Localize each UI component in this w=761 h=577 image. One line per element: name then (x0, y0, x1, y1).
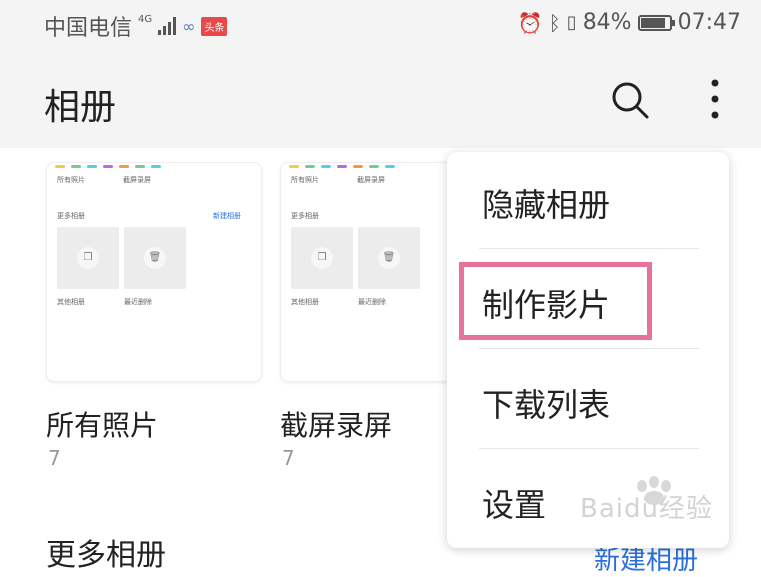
album-label-all-photos[interactable]: 所有照片 (46, 404, 158, 444)
mini-tile: ❐ (57, 227, 119, 289)
link-icon: ∞ (182, 16, 196, 36)
album-thumbnail-all-photos[interactable]: 所有照片 截屏录屏 更多相册 新建相册 ❐ 🗑 其他相册 最近删除 (46, 162, 262, 382)
mini-label: 新建相册 (213, 212, 241, 220)
mini-tile: ❐ (291, 227, 353, 289)
mini-label: 其他相册 (291, 298, 319, 306)
news-badge-icon: 头条 (201, 16, 228, 36)
status-bar: 中国电信 4G ∞ 头条 ⏰ ᛒ ▯ 84% 07:47 (0, 0, 761, 50)
album-label-screenshots[interactable]: 截屏录屏 (280, 404, 392, 444)
network-type: 4G (138, 14, 153, 25)
folder-icon: ❐ (311, 247, 333, 269)
mini-tile: 🗑 (358, 227, 420, 289)
search-button[interactable] (608, 78, 652, 122)
menu-item-download-list[interactable]: 下载列表 (482, 380, 610, 426)
mini-label: 所有照片 (291, 176, 319, 184)
alarm-icon: ⏰ (517, 10, 543, 35)
status-left: 中国电信 4G ∞ 头条 (44, 10, 228, 42)
color-strip (55, 165, 161, 168)
album-count: 7 (48, 446, 61, 470)
bluetooth-icon: ᛒ (548, 10, 561, 35)
battery-icon (637, 14, 675, 31)
carrier-label: 中国电信 (44, 16, 133, 41)
more-vertical-icon (711, 79, 719, 119)
section-title-more-albums: 更多相册 (46, 538, 166, 573)
mini-label: 更多相册 (291, 212, 319, 220)
color-strip (289, 165, 395, 168)
mini-label: 更多相册 (57, 212, 85, 220)
mini-label: 最近删除 (358, 298, 386, 306)
menu-divider (479, 448, 699, 449)
vibrate-icon: ▯ (566, 12, 577, 33)
menu-item-hide-albums[interactable]: 隐藏相册 (482, 180, 610, 226)
status-right: ⏰ ᛒ ▯ 84% 07:47 (518, 10, 741, 35)
battery-percent: 84% (582, 10, 632, 35)
search-icon (612, 82, 649, 119)
mini-label: 截屏录屏 (123, 176, 151, 184)
menu-divider (479, 248, 699, 249)
page-title: 相册 (44, 87, 117, 128)
highlight-box (459, 262, 652, 340)
mini-label: 截屏录屏 (357, 176, 385, 184)
album-count: 7 (282, 446, 295, 470)
clock: 07:47 (677, 10, 741, 35)
trash-icon: 🗑 (378, 247, 400, 269)
mini-label: 所有照片 (57, 176, 85, 184)
app-bar: 相册 (0, 50, 761, 148)
trash-icon: 🗑 (144, 247, 166, 269)
mini-label: 其他相册 (57, 298, 85, 306)
baidu-watermark: Baidu经验 (580, 494, 713, 524)
menu-item-settings[interactable]: 设置 (482, 480, 546, 526)
folder-icon: ❐ (77, 247, 99, 269)
mini-label: 最近删除 (124, 298, 152, 306)
mini-tile: 🗑 (124, 227, 186, 289)
more-options-button[interactable] (700, 74, 730, 124)
menu-divider (479, 348, 699, 349)
signal-icon (158, 17, 177, 35)
